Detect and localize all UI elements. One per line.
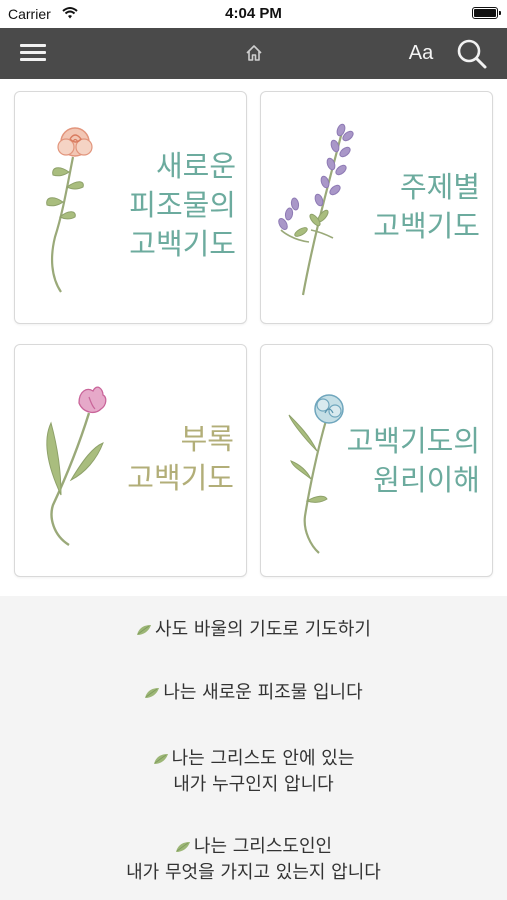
card-title: 고백기도의 원리이해 [290,422,480,500]
status-bar: Carrier 4:04 PM [0,0,507,28]
link-label: 나는 그리스도인인 [193,836,333,857]
nav-bar: Aa [0,28,507,79]
card-title-line: 고백기도 [373,209,480,243]
card-title-line: 고백기도 [127,461,234,495]
links-section: 사도 바울의 기도로 기도하기 나는 새로운 피조물 입니다 나는 그리스도 안… [0,596,507,900]
who-i-am-in-christ-link[interactable]: 나는 그리스도 안에 있는 내가 누구인지 압니다 [0,746,507,798]
link-label: 나는 그리스도 안에 있는 [171,748,355,769]
confession-principles-card[interactable]: 고백기도의 원리이해 [260,344,493,577]
card-title: 새로운 피조물의 고백기도 [56,147,236,264]
font-size-button[interactable]: Aa [404,40,438,66]
card-title-line: 원리이해 [373,463,480,497]
new-creation-confession-card[interactable]: 새로운 피조물의 고백기도 [14,91,247,324]
link-label: 사도 바울의 기도로 기도하기 [155,619,371,640]
leaf-icon [175,842,190,852]
card-title-line: 고백기도 [129,227,236,261]
battery-icon [472,7,501,19]
search-icon[interactable] [456,38,488,70]
status-time: 4:04 PM [225,5,282,22]
appendix-confession-card[interactable]: 부록 고백기도 [14,344,247,577]
card-title: 부록 고백기도 [84,420,234,498]
what-i-have-link[interactable]: 나는 그리스도인인 내가 무엇을 가지고 있는지 압니다 [0,834,507,886]
home-icon[interactable] [244,43,264,63]
card-title: 주제별 고백기도 [330,168,480,246]
leaf-icon [153,754,168,764]
card-title-line: 피조물의 [129,188,236,222]
pray-paul-prayers-link[interactable]: 사도 바울의 기도로 기도하기 [0,617,507,643]
new-creation-link[interactable]: 나는 새로운 피조물 입니다 [0,680,507,706]
link-label: 내가 누구인지 압니다 [173,774,334,795]
card-title-line: 주제별 [399,170,480,204]
leaf-icon [145,688,160,698]
link-label: 내가 무엇을 가지고 있는지 압니다 [126,862,381,883]
topical-confession-card[interactable]: 주제별 고백기도 [260,91,493,324]
card-title-line: 새로운 [155,149,236,183]
card-title-line: 부록 [180,422,234,456]
menu-icon[interactable] [20,42,46,64]
link-label: 나는 새로운 피조물 입니다 [163,682,363,703]
card-title-line: 고백기도의 [346,424,480,458]
leaf-icon [137,625,152,635]
